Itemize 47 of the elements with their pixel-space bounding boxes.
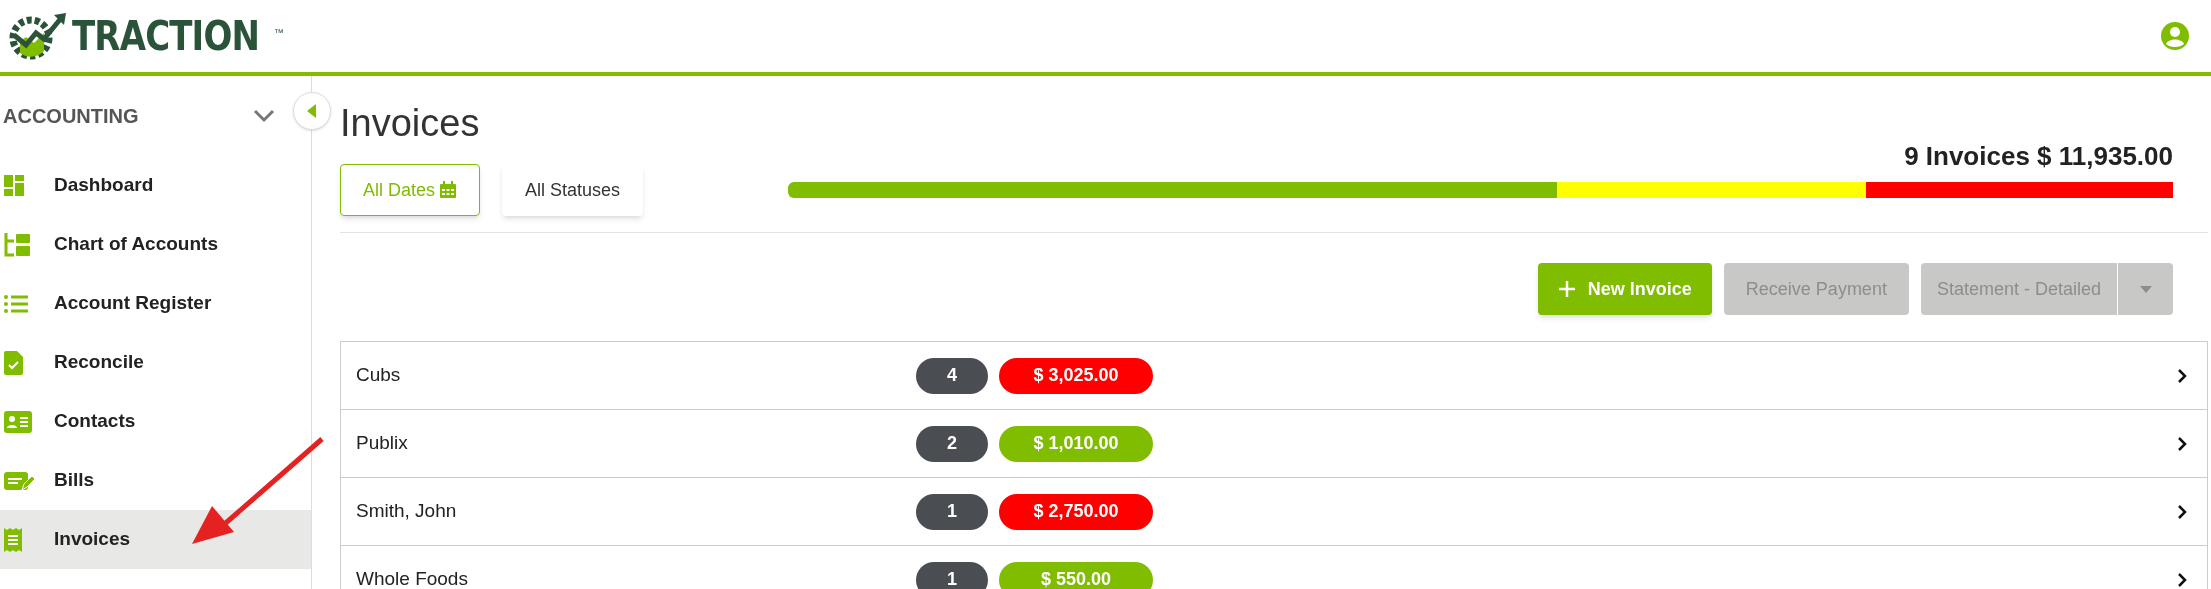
chevron-right-icon: [2177, 503, 2187, 520]
receipt-icon: [4, 527, 22, 552]
customer-name: Smith, John: [356, 499, 458, 524]
invoice-count: 4: [916, 357, 988, 394]
page-title: Invoices: [340, 104, 481, 142]
sidebar-item[interactable]: Reconcile: [0, 333, 311, 392]
contact-card-icon: [4, 410, 32, 433]
customer-row[interactable]: Smith, John 1 $ 2,750.00: [341, 478, 2207, 546]
customer-row[interactable]: Whole Foods 1 $ 550.00: [341, 546, 2207, 589]
amount-badge: $ 3,025.00: [999, 357, 1153, 394]
customer-name: Publix: [356, 431, 409, 456]
invoice-count: 1: [916, 561, 988, 589]
customer-row[interactable]: Publix 2 $ 1,010.00: [341, 410, 2207, 478]
amount-badge: $ 2,750.00: [999, 493, 1153, 530]
filter-button[interactable]: All Statuses: [502, 164, 644, 216]
user-icon[interactable]: [2161, 22, 2189, 50]
amount-badge: $ 550.00: [999, 561, 1153, 589]
customer-row[interactable]: Cubs 4 $ 3,025.00: [341, 342, 2207, 410]
caret-left-icon: [307, 104, 317, 118]
document-check-icon: [4, 350, 24, 375]
customer-name: Whole Foods: [356, 567, 469, 589]
collapse-button[interactable]: [293, 92, 331, 130]
plus-icon: [1557, 280, 1576, 298]
sidebar-item[interactable]: Chart of Accounts: [0, 215, 311, 274]
sidebar-item[interactable]: Dashboard: [0, 156, 311, 215]
chevron-right-icon: [2177, 367, 2187, 384]
dashboard-icon: [4, 174, 26, 197]
trademark: ™: [274, 26, 285, 40]
sidebar-item[interactable]: Account Register: [0, 274, 311, 333]
invoice-count: 1: [916, 493, 988, 530]
calendar-icon: [439, 181, 458, 199]
sidebar-item[interactable]: Contacts: [0, 392, 311, 451]
sidebar-item[interactable]: Bills: [0, 451, 311, 510]
section-heading: ACCOUNTING: [3, 104, 139, 129]
brand-name: TRACTION: [72, 16, 260, 56]
folder-tree-icon: [4, 232, 32, 257]
chevron-right-icon: [2177, 435, 2187, 452]
chevron-right-icon: [2177, 571, 2187, 588]
caret-down-icon: [2139, 285, 2152, 293]
customer-name: Cubs: [356, 363, 402, 388]
sidebar-item[interactable]: Invoices: [0, 510, 311, 569]
invoice-count: 2: [916, 425, 988, 462]
amount-badge: $ 1,010.00: [999, 425, 1153, 462]
invoice-summary: 9 Invoices $ 11,935.00: [1904, 140, 2173, 173]
pen-card-icon: [4, 469, 34, 492]
list-icon: [4, 293, 28, 314]
chevron-down-icon[interactable]: [253, 109, 275, 123]
